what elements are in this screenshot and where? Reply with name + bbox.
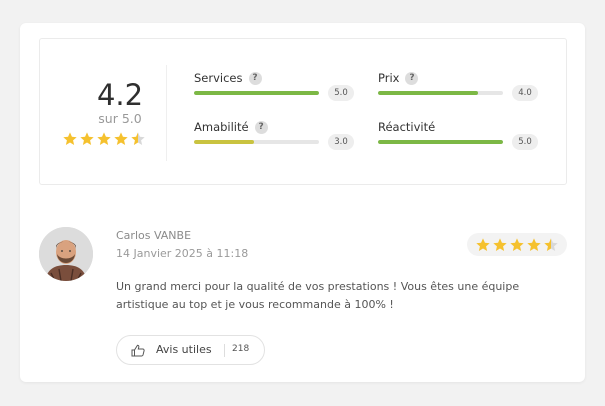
review-date: 14 Janvier 2025 à 11:18 — [116, 247, 249, 260]
criterion-value: 5.0 — [512, 134, 538, 150]
criterion-reactivite: Réactivité 5.0 — [378, 119, 538, 150]
review-card: 4.2 sur 5.0 Services ? 5.0 Prix ? 4.0 Am… — [20, 23, 585, 382]
criterion-prix: Prix ? 4.0 — [378, 70, 538, 101]
criterion-bar — [378, 140, 503, 144]
criterion-bar — [194, 91, 319, 95]
criterion-value: 3.0 — [328, 134, 354, 150]
star-icon — [131, 132, 145, 145]
criterion-bar-fill — [378, 140, 503, 144]
criterion-label: Amabilité — [194, 120, 249, 134]
star-icon — [510, 237, 524, 251]
star-icon — [493, 237, 507, 251]
help-icon[interactable]: ? — [248, 71, 262, 85]
avatar — [39, 227, 93, 281]
reviewer-name: Carlos VANBE — [116, 229, 192, 242]
help-icon[interactable]: ? — [405, 71, 419, 85]
star-icon — [527, 237, 541, 251]
helpful-button[interactable]: Avis utiles 218 — [116, 335, 265, 365]
helpful-label: Avis utiles — [156, 343, 212, 356]
star-icon — [544, 237, 558, 251]
rating-summary: 4.2 sur 5.0 Services ? 5.0 Prix ? 4.0 Am… — [39, 38, 567, 185]
criterion-label: Réactivité — [378, 120, 436, 134]
star-icon — [80, 132, 94, 145]
criterion-services: Services ? 5.0 — [194, 70, 354, 101]
criterion-bar-fill — [194, 140, 254, 144]
criterion-bar — [378, 91, 503, 95]
button-divider — [224, 344, 225, 357]
review-text: Un grand merci pour la qualité de vos pr… — [116, 280, 520, 311]
star-icon — [63, 132, 77, 145]
help-icon[interactable]: ? — [254, 120, 268, 134]
criterion-label: Prix — [378, 71, 400, 85]
summary-star-rating — [62, 131, 146, 147]
review-star-rating — [467, 233, 567, 256]
criterion-value: 5.0 — [328, 85, 354, 101]
criterion-amabilite: Amabilité ? 3.0 — [194, 119, 354, 150]
helpful-count: 218 — [232, 344, 250, 354]
criterion-bar-fill — [378, 91, 478, 95]
average-score: 4.2 — [96, 78, 144, 112]
score-scale: sur 5.0 — [98, 111, 142, 126]
criterion-bar-fill — [194, 91, 319, 95]
star-icon — [97, 132, 111, 145]
criterion-label: Services — [194, 71, 243, 85]
summary-divider — [166, 65, 167, 161]
criterion-bar — [194, 140, 319, 144]
star-icon — [114, 132, 128, 145]
criterion-value: 4.0 — [512, 85, 538, 101]
star-icon — [476, 237, 490, 251]
thumbs-up-icon — [131, 344, 145, 357]
